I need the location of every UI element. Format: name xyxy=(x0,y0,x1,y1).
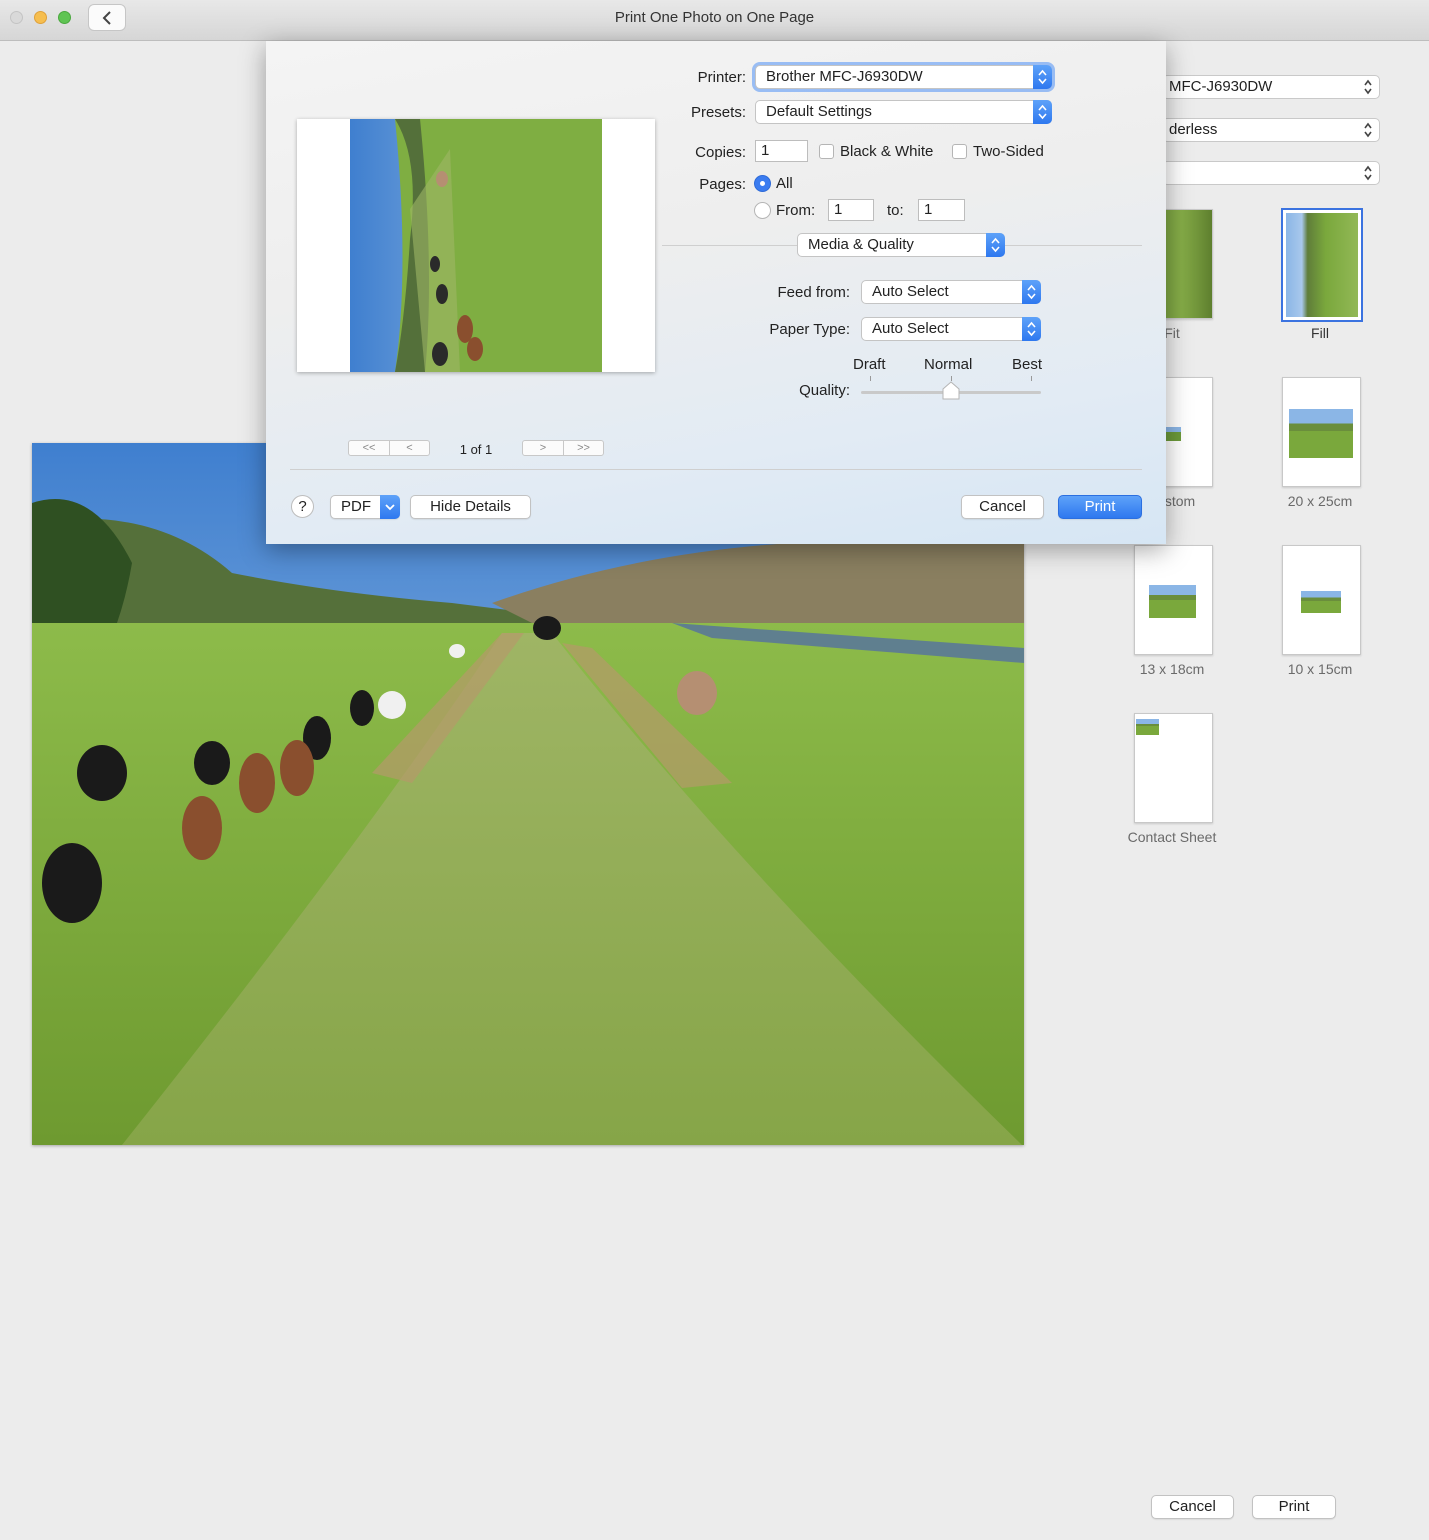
thumbnail-fill-photo xyxy=(1286,213,1358,317)
paper-size-popup-value: derless xyxy=(1169,121,1218,138)
thumbnail-contact-sheet-photo xyxy=(1136,719,1159,735)
window-title: Print One Photo on One Page xyxy=(614,9,815,26)
thumbnail-10x15-photo xyxy=(1301,591,1341,613)
thumbnail-label-10x15: 10 x 15cm xyxy=(1287,661,1353,677)
pages-to-label: to: xyxy=(887,202,904,219)
copies-field[interactable]: 1 xyxy=(755,140,808,162)
help-button[interactable]: ? xyxy=(291,495,314,518)
next-page-button[interactable]: > xyxy=(522,440,564,456)
quality-slider-knob[interactable] xyxy=(941,381,961,401)
paper-type-select-value: Auto Select xyxy=(872,320,949,337)
thumbnail-13x18-photo xyxy=(1149,585,1196,618)
black-white-checkbox[interactable] xyxy=(819,144,834,159)
updown-arrows-icon xyxy=(1022,280,1041,304)
thumbnail-label-20x25: 20 x 25cm xyxy=(1287,493,1353,509)
printer-popup[interactable]: MFC-J6930DW xyxy=(1162,75,1380,99)
copies-label: Copies: xyxy=(695,144,746,161)
printer-popup-value: MFC-J6930DW xyxy=(1169,78,1273,95)
cancel-button[interactable]: Cancel xyxy=(961,495,1044,519)
two-sided-label: Two-Sided xyxy=(973,143,1044,160)
print-dialog: Printer: Brother MFC-J6930DW Presets: De… xyxy=(266,41,1166,544)
photo-preview xyxy=(32,443,1024,1145)
bottom-divider xyxy=(290,469,1142,470)
black-white-label: Black & White xyxy=(840,143,934,160)
paper-type-select[interactable]: Auto Select xyxy=(861,317,1041,341)
thumbnail-label-contact-sheet: Contact Sheet xyxy=(1127,829,1217,845)
pages-label: Pages: xyxy=(699,176,746,193)
third-popup[interactable] xyxy=(1162,161,1380,185)
pdf-menu-button[interactable]: PDF xyxy=(330,495,400,519)
window-print-button[interactable]: Print xyxy=(1252,1495,1336,1519)
thumbnail-20x25-photo xyxy=(1289,409,1353,458)
feed-from-select-value: Auto Select xyxy=(872,283,949,300)
updown-arrows-icon xyxy=(986,233,1005,257)
page-preview-photo xyxy=(350,119,602,372)
section-select[interactable]: Media & Quality xyxy=(797,233,1005,257)
quality-tick-best xyxy=(1031,376,1032,381)
quality-normal-label: Normal xyxy=(924,356,973,373)
pages-all-radio[interactable] xyxy=(754,175,771,192)
printer-label: Printer: xyxy=(697,69,746,86)
updown-arrows-icon xyxy=(1033,100,1052,124)
page-indicator: 1 of 1 xyxy=(459,442,493,457)
hide-details-button[interactable]: Hide Details xyxy=(410,495,531,519)
thumbnail-fill[interactable] xyxy=(1281,208,1363,322)
paper-type-label: Paper Type: xyxy=(769,321,850,338)
thumbnail-13x18[interactable] xyxy=(1134,545,1213,655)
page-preview xyxy=(297,119,655,372)
section-select-value: Media & Quality xyxy=(808,236,914,253)
pages-from-field[interactable]: 1 xyxy=(828,199,874,221)
pages-from-radio[interactable] xyxy=(754,202,771,219)
quality-label: Quality: xyxy=(799,382,850,399)
two-sided-checkbox[interactable] xyxy=(952,144,967,159)
previous-page-button[interactable]: < xyxy=(389,440,430,456)
title-bar: Print One Photo on One Page xyxy=(0,0,1429,41)
presets-select[interactable]: Default Settings xyxy=(755,100,1052,124)
quality-draft-label: Draft xyxy=(853,356,886,373)
printer-select-value: Brother MFC-J6930DW xyxy=(766,68,923,85)
photo-preview-image xyxy=(32,443,1024,1145)
thumbnail-contact-sheet[interactable] xyxy=(1134,713,1213,823)
presets-label: Presets: xyxy=(690,104,746,121)
printer-select[interactable]: Brother MFC-J6930DW xyxy=(755,65,1052,89)
quality-tick-draft xyxy=(870,376,871,381)
last-page-button[interactable]: >> xyxy=(563,440,604,456)
thumbnail-label-fill: Fill xyxy=(1311,325,1329,341)
print-button[interactable]: Print xyxy=(1058,495,1142,519)
pages-to-field[interactable]: 1 xyxy=(918,199,965,221)
chevron-down-icon xyxy=(380,495,400,519)
updown-arrows-icon xyxy=(1022,317,1041,341)
updown-arrows-icon xyxy=(1033,65,1052,89)
pages-from-label: From: xyxy=(776,202,816,219)
pages-all-label: All xyxy=(776,175,793,192)
pdf-label: PDF xyxy=(341,498,371,515)
presets-select-value: Default Settings xyxy=(766,103,872,120)
first-page-button[interactable]: << xyxy=(348,440,390,456)
window-cancel-button[interactable]: Cancel xyxy=(1151,1495,1234,1519)
updown-arrows-icon xyxy=(1364,79,1372,95)
thumbnail-10x15[interactable] xyxy=(1282,545,1361,655)
thumbnail-custom-photo xyxy=(1165,427,1181,441)
quality-best-label: Best xyxy=(1012,356,1043,373)
thumbnail-label-13x18: 13 x 18cm xyxy=(1139,661,1205,677)
feed-from-label: Feed from: xyxy=(777,284,850,301)
thumbnail-20x25[interactable] xyxy=(1282,377,1361,487)
updown-arrows-icon xyxy=(1364,165,1372,181)
paper-size-popup[interactable]: derless xyxy=(1162,118,1380,142)
updown-arrows-icon xyxy=(1364,122,1372,138)
feed-from-select[interactable]: Auto Select xyxy=(861,280,1041,304)
